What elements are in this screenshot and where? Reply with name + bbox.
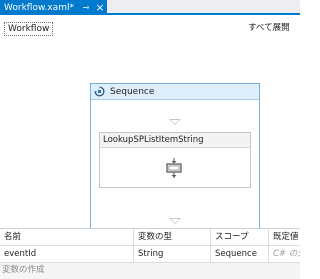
variable-type-cell[interactable]: String	[134, 246, 211, 263]
table-row[interactable]: eventId String Sequence C# の式を入力してください	[0, 246, 300, 263]
variable-default-input[interactable]: C# の式を入力してください	[269, 246, 300, 263]
column-header-default[interactable]: 既定値	[269, 229, 300, 246]
activity-title: LookupSPListItemString	[100, 133, 250, 148]
column-header-scope[interactable]: スコープ	[211, 229, 269, 246]
tab-title: Workflow.xaml*	[4, 2, 74, 13]
expand-all-link[interactable]: すべて展開	[248, 22, 290, 34]
pin-icon[interactable]: ⊸	[80, 0, 92, 15]
sequence-icon	[93, 86, 105, 98]
column-header-name[interactable]: 名前	[0, 229, 134, 246]
sequence-header[interactable]: Sequence	[91, 84, 259, 100]
variables-header-row: 名前 変数の型 スコープ 既定値	[0, 229, 300, 246]
close-icon[interactable]: ×	[94, 0, 106, 15]
document-tab-strip: Workflow.xaml* ⊸ ×	[0, 0, 300, 15]
variable-name-cell[interactable]: eventId	[0, 246, 134, 263]
variables-panel: 名前 変数の型 スコープ 既定値 eventId String Sequence…	[0, 228, 300, 279]
activity-placeholder-icon	[163, 157, 185, 179]
sequence-activity[interactable]: Sequence LookupSPListItemString	[90, 83, 260, 229]
sequence-title: Sequence	[110, 86, 155, 97]
lookup-activity[interactable]: LookupSPListItemString	[99, 132, 251, 188]
breadcrumb-workflow[interactable]: Workflow	[4, 22, 54, 36]
workflow-designer: Workflow すべて展開 Sequence LookupSPListItem…	[0, 17, 300, 229]
variable-scope-cell[interactable]: Sequence	[211, 246, 269, 263]
drop-target-arrow-icon[interactable]	[169, 218, 181, 224]
drop-target-arrow-icon[interactable]	[169, 119, 181, 125]
create-variable-button[interactable]: 変数の作成	[0, 263, 300, 279]
tab-workflow-xaml[interactable]: Workflow.xaml* ⊸ ×	[0, 0, 107, 15]
column-header-type[interactable]: 変数の型	[134, 229, 211, 246]
